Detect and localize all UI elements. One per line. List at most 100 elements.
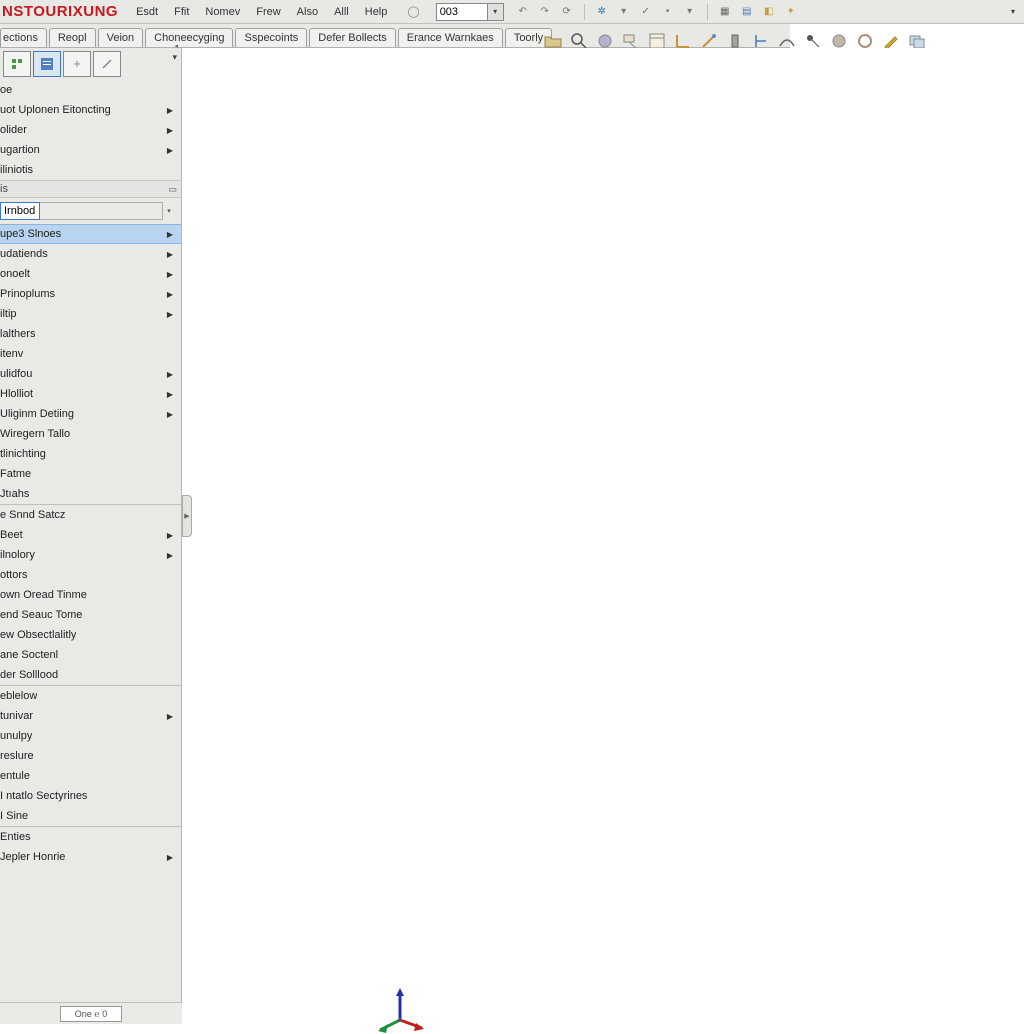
sidebar-item[interactable]: own Oread Tinme xyxy=(0,585,181,605)
list-view-button[interactable] xyxy=(33,51,61,77)
sidebar-item[interactable]: udatiends ▶ xyxy=(0,244,181,264)
component-icon[interactable]: ◧ xyxy=(761,4,777,20)
graphics-canvas[interactable] xyxy=(182,48,1024,1024)
sidebar-item[interactable]: lalthers xyxy=(0,324,181,344)
sidebar-item[interactable]: Jepler Honrie▶ xyxy=(0,847,181,867)
sidebar-item[interactable]: tlinichting xyxy=(0,444,181,464)
feature-tree-panel: ◂ + ▾ oeuot Uplonen Eitoncting▶olider▶ug… xyxy=(0,48,182,1024)
sidebar-item[interactable]: ulidfou▶ xyxy=(0,364,181,384)
sidebar-item[interactable]: Jtıahs xyxy=(0,484,181,504)
redo-icon[interactable]: ↷ xyxy=(537,4,553,20)
menu-esdt[interactable]: Esdt xyxy=(128,3,166,21)
sidebar-item[interactable]: der Solllood xyxy=(0,665,181,685)
sidebar-section-header[interactable]: is▭ xyxy=(0,180,181,198)
sidebar-item[interactable]: I ntatlo Sectyrines xyxy=(0,786,181,806)
submenu-arrow-icon: ▶ xyxy=(167,853,173,862)
submenu-arrow-icon: ▶ xyxy=(167,250,173,259)
tab-defer-bollects[interactable]: Defer Bollects xyxy=(309,28,395,47)
sidebar-item[interactable]: end Seauc Tome xyxy=(0,605,181,625)
sidebar-item[interactable]: ugartion▶ xyxy=(0,140,181,160)
globe-icon[interactable]: ✲ xyxy=(594,4,610,20)
sidebar-item-label: I Sine xyxy=(0,810,28,822)
menu-nomev[interactable]: Nomev xyxy=(197,3,248,21)
sidebar-item[interactable]: Uliginm Detiing▶ xyxy=(0,404,181,424)
sidebar-item-label: Wiregern Tallo xyxy=(0,428,70,440)
menu-help[interactable]: Help xyxy=(357,3,396,21)
add-button[interactable]: + xyxy=(63,51,91,77)
submenu-arrow-icon: ▶ xyxy=(167,531,173,540)
sidebar-item[interactable]: iliniotis xyxy=(0,160,181,180)
tab-reopl[interactable]: Reopl xyxy=(49,28,96,47)
chevron-down-icon-2[interactable]: ▾ xyxy=(682,4,698,20)
menu-all[interactable]: Alll xyxy=(326,3,357,21)
sidebar-item[interactable]: tunivar▶ xyxy=(0,706,181,726)
sidebar-item-label: end Seauc Tome xyxy=(0,609,82,621)
check-icon[interactable]: ✓ xyxy=(638,4,654,20)
sidebar-item[interactable]: itenv xyxy=(0,344,181,364)
sidebar-item-label: Prinoplums xyxy=(0,288,55,300)
sidebar-item[interactable]: olider▶ xyxy=(0,120,181,140)
sidebar-item[interactable]: entule xyxy=(0,766,181,786)
sidebar-item[interactable]: reslure xyxy=(0,746,181,766)
sidebar-item[interactable]: ilnolory▶ xyxy=(0,545,181,565)
sidebar-filter-input[interactable] xyxy=(0,202,40,220)
sidebar-item-label: I ntatlo Sectyrines xyxy=(0,790,87,802)
circle-icon[interactable]: ◯ xyxy=(399,2,427,21)
sidebar-item-label: Hlolliot xyxy=(0,388,33,400)
tab-veion[interactable]: Veion xyxy=(98,28,144,47)
pin-icon[interactable]: ✦ xyxy=(783,4,799,20)
sidebar-item[interactable]: upe3 Slnoes▶ xyxy=(0,224,181,244)
panel-icon[interactable]: ▦ xyxy=(717,4,733,20)
sidebar-filter-label xyxy=(40,202,163,220)
sidebar-item-label: der Solllood xyxy=(0,669,58,681)
refresh-icon[interactable]: ⟳ xyxy=(559,4,575,20)
sidebar-overflow[interactable]: ▾ xyxy=(172,52,177,63)
sidebar-item[interactable]: Fatme xyxy=(0,464,181,484)
menu-ffit[interactable]: Ffit xyxy=(166,3,197,21)
sidebar-item[interactable]: ew Obsectlalitly xyxy=(0,625,181,645)
sidebar-item[interactable]: ane Soctenl xyxy=(0,645,181,665)
tab-erance-warnkaes[interactable]: Erance Warnkaes xyxy=(398,28,503,47)
undo-icon[interactable]: ↶ xyxy=(515,4,531,20)
sidebar-item[interactable]: Wiregern Tallo xyxy=(0,424,181,444)
menu-frew[interactable]: Frew xyxy=(248,3,288,21)
tab-choneecyging[interactable]: Choneecyging xyxy=(145,28,233,47)
sidebar-item[interactable]: Hlolliot▶ xyxy=(0,384,181,404)
value-input[interactable] xyxy=(436,3,488,21)
sidebar-filter-dropdown[interactable]: ▾ xyxy=(163,207,175,215)
sidebar-item-label: udatiends xyxy=(0,248,48,260)
sidebar-item[interactable]: Enties xyxy=(0,827,181,847)
submenu-arrow-icon: ▶ xyxy=(167,410,173,419)
chevron-down-icon[interactable]: ▾ xyxy=(616,4,632,20)
dot-icon[interactable]: • xyxy=(660,4,676,20)
value-combo: ▾ xyxy=(436,3,504,21)
menu-also[interactable]: Also xyxy=(289,3,326,21)
tab-ections[interactable]: ections xyxy=(0,28,47,47)
edit-button[interactable] xyxy=(93,51,121,77)
sidebar-item[interactable]: ottors xyxy=(0,565,181,585)
sidebar-item-label: upe3 Slnoes xyxy=(0,228,61,240)
sidebar-item[interactable]: onoelt▶ xyxy=(0,264,181,284)
sidebar-item[interactable]: uot Uplonen Eitoncting▶ xyxy=(0,100,181,120)
grid-icon[interactable]: ▤ xyxy=(739,4,755,20)
submenu-arrow-icon: ▶ xyxy=(167,146,173,155)
overflow-dropdown[interactable]: ▾ xyxy=(1006,5,1020,19)
sidebar-item[interactable]: Beet▶ xyxy=(0,525,181,545)
sidebar-item[interactable]: iltip▶ xyxy=(0,304,181,324)
sidebar-item[interactable]: I Sine xyxy=(0,806,181,826)
main-area: ◂ + ▾ oeuot Uplonen Eitoncting▶olider▶ug… xyxy=(0,48,1024,1024)
sidebar-item-label: tlinichting xyxy=(0,448,46,460)
sidebar-item[interactable]: unulpy xyxy=(0,726,181,746)
sidebar-item-label: olider xyxy=(0,124,27,136)
panel-splitter-handle[interactable]: ▶ xyxy=(182,495,192,537)
sidebar-item[interactable]: oe xyxy=(0,80,181,100)
sidebar-item[interactable]: e Snnd Satcz xyxy=(0,505,181,525)
sidebar-statusbar: One ℮ 0 xyxy=(0,1002,182,1024)
value-dropdown-button[interactable]: ▾ xyxy=(488,3,504,21)
sidebar-item-label: uot Uplonen Eitoncting xyxy=(0,104,111,116)
status-combo[interactable]: One ℮ 0 xyxy=(60,1006,122,1022)
tab-sspecoints[interactable]: Sspecoints xyxy=(235,28,307,47)
sidebar-item[interactable]: eblelow xyxy=(0,686,181,706)
tree-view-button[interactable] xyxy=(3,51,31,77)
sidebar-item[interactable]: Prinoplums▶ xyxy=(0,284,181,304)
